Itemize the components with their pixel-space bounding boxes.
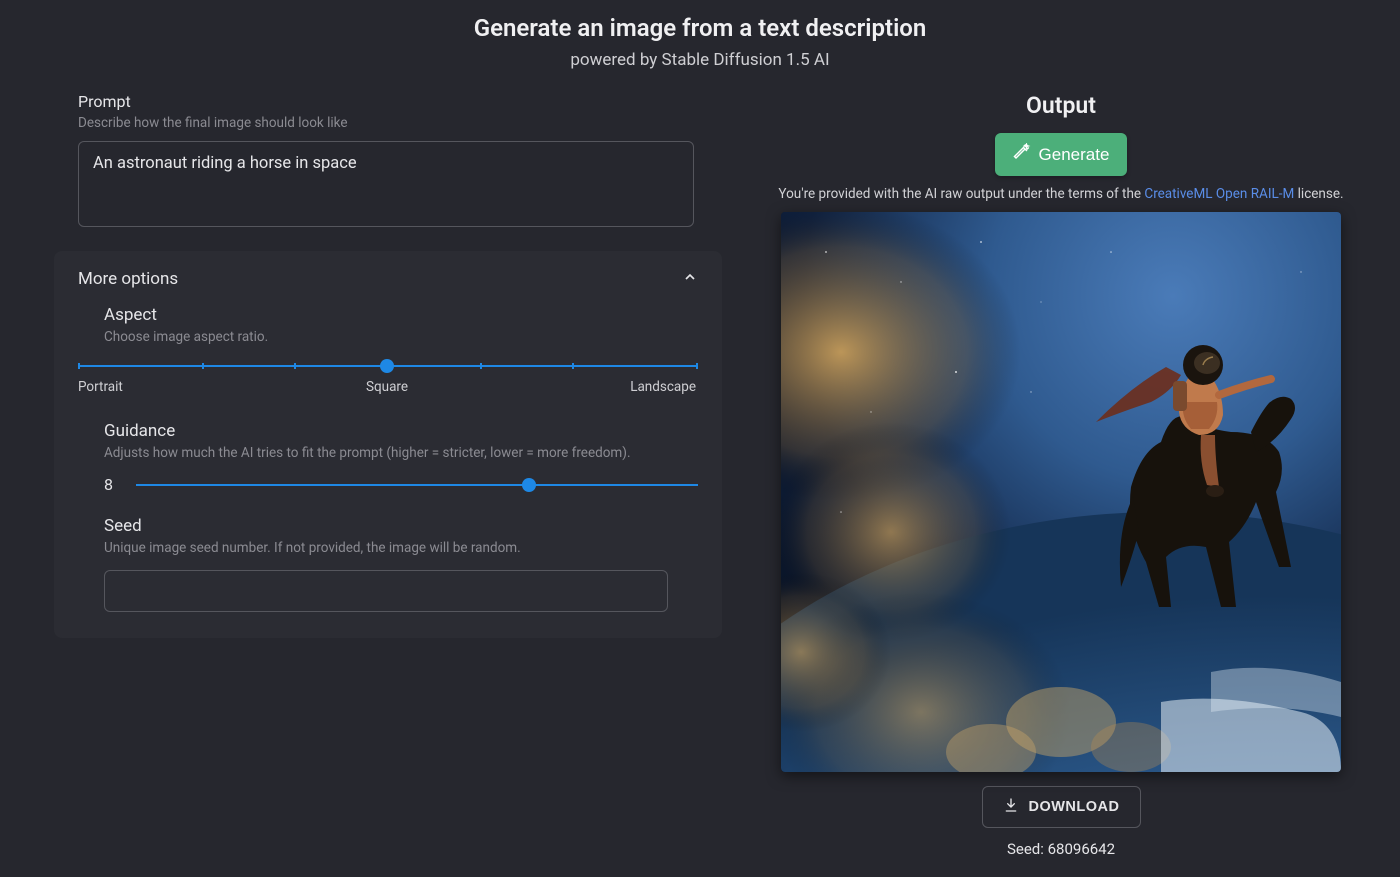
prompt-label: Prompt [78, 92, 722, 111]
aspect-description: Choose image aspect ratio. [104, 329, 698, 345]
page-subtitle: powered by Stable Diffusion 1.5 AI [40, 50, 1360, 70]
guidance-label: Guidance [104, 421, 698, 441]
aspect-thumb[interactable] [380, 359, 394, 373]
download-icon [1003, 797, 1019, 817]
output-image [781, 212, 1341, 772]
output-panel: Output Generate You're provided with the… [762, 92, 1360, 858]
download-button[interactable]: DOWNLOAD [982, 786, 1141, 828]
prompt-description: Describe how the final image should look… [78, 115, 722, 131]
more-options-toggle[interactable]: More options [78, 269, 698, 289]
generate-button[interactable]: Generate [995, 133, 1128, 176]
guidance-thumb[interactable] [522, 478, 536, 492]
guidance-slider[interactable] [136, 478, 698, 492]
more-options-title: More options [78, 269, 178, 289]
seed-label: Seed [104, 516, 698, 536]
license-text: You're provided with the AI raw output u… [778, 186, 1343, 202]
page-header: Generate an image from a text descriptio… [40, 14, 1360, 70]
generate-button-label: Generate [1039, 145, 1110, 165]
page-title: Generate an image from a text descriptio… [40, 14, 1360, 42]
aspect-option-landscape: Landscape [630, 379, 696, 395]
aspect-option-portrait: Portrait [78, 379, 123, 395]
seed-section: Seed Unique image seed number. If not pr… [78, 516, 698, 612]
more-options-panel: More options Aspect Choose image aspect … [54, 251, 722, 638]
guidance-description: Adjusts how much the AI tries to fit the… [104, 445, 698, 461]
prompt-input[interactable] [78, 141, 694, 227]
seed-description: Unique image seed number. If not provide… [104, 540, 698, 556]
seed-display: Seed: 68096642 [1007, 840, 1115, 858]
output-title: Output [1026, 92, 1096, 119]
guidance-value: 8 [104, 475, 120, 494]
aspect-slider[interactable]: Portrait Landscape Square [78, 359, 696, 399]
seed-value: 68096642 [1048, 840, 1115, 858]
aspect-section: Aspect Choose image aspect ratio. P [78, 305, 698, 399]
download-button-label: DOWNLOAD [1029, 799, 1120, 815]
input-panel: Prompt Describe how the final image shou… [40, 92, 722, 858]
wand-icon [1013, 143, 1031, 166]
aspect-label: Aspect [104, 305, 698, 325]
seed-input[interactable] [104, 570, 668, 612]
license-link[interactable]: CreativeML Open RAIL-M [1144, 186, 1294, 202]
chevron-up-icon [682, 269, 698, 289]
guidance-section: Guidance Adjusts how much the AI tries t… [78, 421, 698, 494]
aspect-option-square: Square [366, 379, 408, 395]
